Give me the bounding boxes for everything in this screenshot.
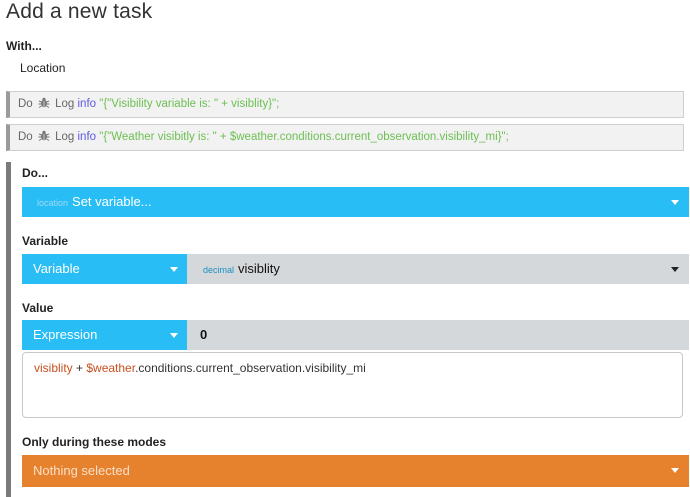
log-variable: visiblity [231, 98, 269, 110]
expression-operator: + [72, 361, 87, 375]
variable-select[interactable]: decimal visiblity [187, 254, 689, 284]
log-keyword: Log [55, 98, 75, 110]
chevron-down-icon [671, 200, 679, 205]
variable-type-value: Variable [33, 261, 80, 276]
value-current: 0 [200, 327, 208, 342]
do-label: Do... [22, 166, 48, 180]
log-text-open: "{"Weather visibitly is: " + [99, 131, 230, 143]
variable-type-select[interactable]: Variable [22, 254, 187, 284]
variable-type-tag: decimal [203, 265, 235, 275]
modes-value: Nothing selected [33, 463, 130, 478]
chevron-down-icon [671, 468, 679, 473]
expression-editor[interactable]: visiblity + $weather.conditions.current_… [22, 352, 683, 418]
bug-icon [38, 130, 50, 141]
modes-label: Only during these modes [22, 435, 167, 449]
log-text-open: "{"Visibility variable is: " + [99, 98, 232, 110]
page-title: Add a new task [6, 0, 153, 23]
expression-variable: visiblity [34, 361, 73, 375]
chevron-down-icon [170, 267, 178, 272]
expression-weather-var: $weather [86, 361, 136, 375]
with-label: With... [6, 39, 42, 53]
variable-name: visiblity [238, 261, 280, 276]
modes-select[interactable]: Nothing selected [22, 455, 689, 487]
value-label: Value [22, 301, 54, 315]
log-statement-1[interactable]: Do Log info "{"Visibility variable is: "… [6, 91, 684, 118]
log-level: info [77, 131, 97, 143]
action-type-tag: location [37, 198, 69, 208]
do-keyword: Do [18, 131, 33, 143]
log-variable: $weather.conditions.current_observation.… [229, 131, 498, 143]
variable-label: Variable [22, 234, 69, 248]
with-value[interactable]: Location [20, 61, 65, 75]
chevron-down-icon [671, 267, 679, 272]
chevron-down-icon [170, 333, 178, 338]
log-text-close: }"; [497, 131, 509, 143]
action-value: Set variable... [72, 194, 152, 209]
value-type-select[interactable]: Expression [22, 320, 187, 350]
log-keyword: Log [55, 131, 75, 143]
value-input[interactable]: 0 [187, 320, 689, 350]
do-keyword: Do [18, 98, 33, 110]
action-select[interactable]: location Set variable... [22, 187, 689, 217]
bug-icon [38, 97, 50, 108]
do-section: Do... location Set variable... Variable V… [6, 162, 689, 497]
value-type-value: Expression [33, 327, 98, 342]
log-level: info [77, 98, 97, 110]
expression-path: .conditions.current_observation.visibili… [135, 361, 366, 375]
log-statement-2[interactable]: Do Log info "{"Weather visibitly is: " +… [6, 124, 684, 151]
log-text-close: }"; [268, 98, 280, 110]
